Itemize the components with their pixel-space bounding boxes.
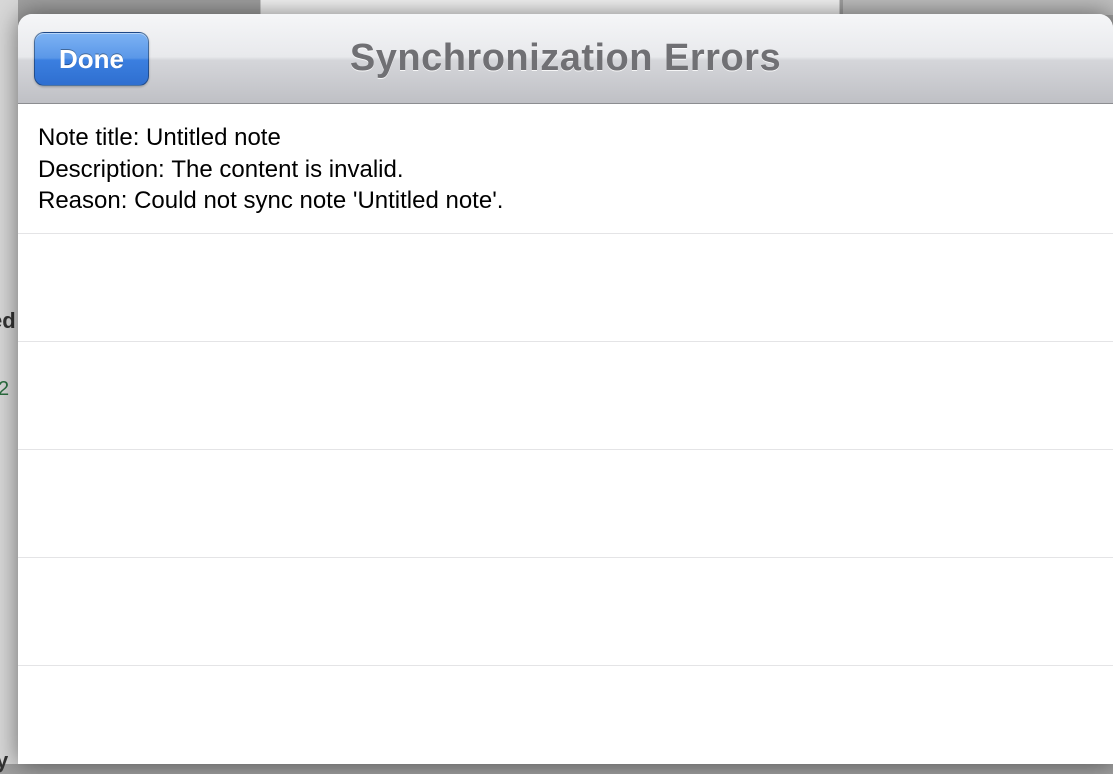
sync-errors-modal: Done Synchronization Errors Note title: …	[18, 14, 1113, 764]
background-text-fragment: ed	[0, 308, 16, 334]
empty-row	[18, 666, 1113, 764]
modal-body[interactable]: Note title: Untitled note Description: T…	[18, 104, 1113, 764]
empty-row	[18, 450, 1113, 558]
modal-header: Done Synchronization Errors	[18, 14, 1113, 104]
background-top-right	[843, 0, 1113, 15]
done-button[interactable]: Done	[34, 32, 149, 86]
error-description: Description: The content is invalid.	[38, 154, 1093, 186]
error-description-label: Description:	[38, 154, 171, 186]
error-note-title-value: Untitled note	[146, 122, 281, 154]
empty-row	[18, 342, 1113, 450]
background-top-strip	[260, 0, 840, 15]
error-row: Note title: Untitled note Description: T…	[18, 104, 1113, 234]
background-text-fragment: y	[0, 748, 8, 774]
error-reason-label: Reason:	[38, 185, 134, 217]
error-note-title-label: Note title:	[38, 122, 146, 154]
empty-row	[18, 234, 1113, 342]
background-text-fragment: 2	[0, 378, 9, 401]
error-reason: Reason: Could not sync note 'Untitled no…	[38, 185, 1093, 217]
empty-row	[18, 558, 1113, 666]
error-description-value: The content is invalid.	[171, 154, 403, 186]
modal-title: Synchronization Errors	[350, 37, 781, 80]
error-note-title: Note title: Untitled note	[38, 122, 1093, 154]
error-reason-value: Could not sync note 'Untitled note'.	[134, 185, 503, 217]
